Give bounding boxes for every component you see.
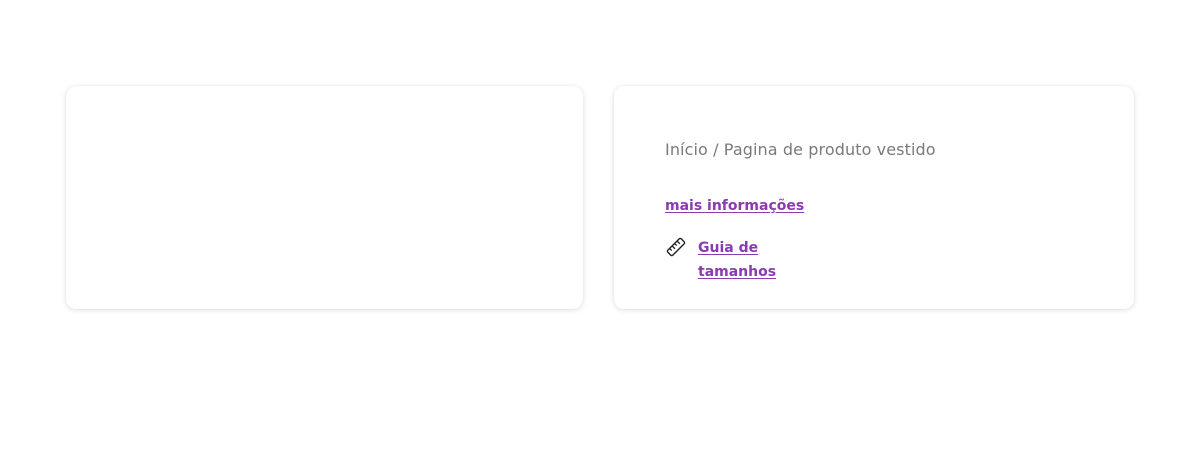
breadcrumb: Início / Pagina de produto vestido [665,140,936,159]
product-info-card: Início / Pagina de produto vestido mais … [614,86,1134,309]
page: Início / Pagina de produto vestido mais … [0,0,1200,469]
product-image-card [66,86,583,309]
size-guide-label: Guia de tamanhos [698,240,777,280]
ruler-icon [665,236,687,258]
more-info-link[interactable]: mais informações [665,198,804,214]
size-guide-link[interactable]: Guia de tamanhos [665,236,788,284]
